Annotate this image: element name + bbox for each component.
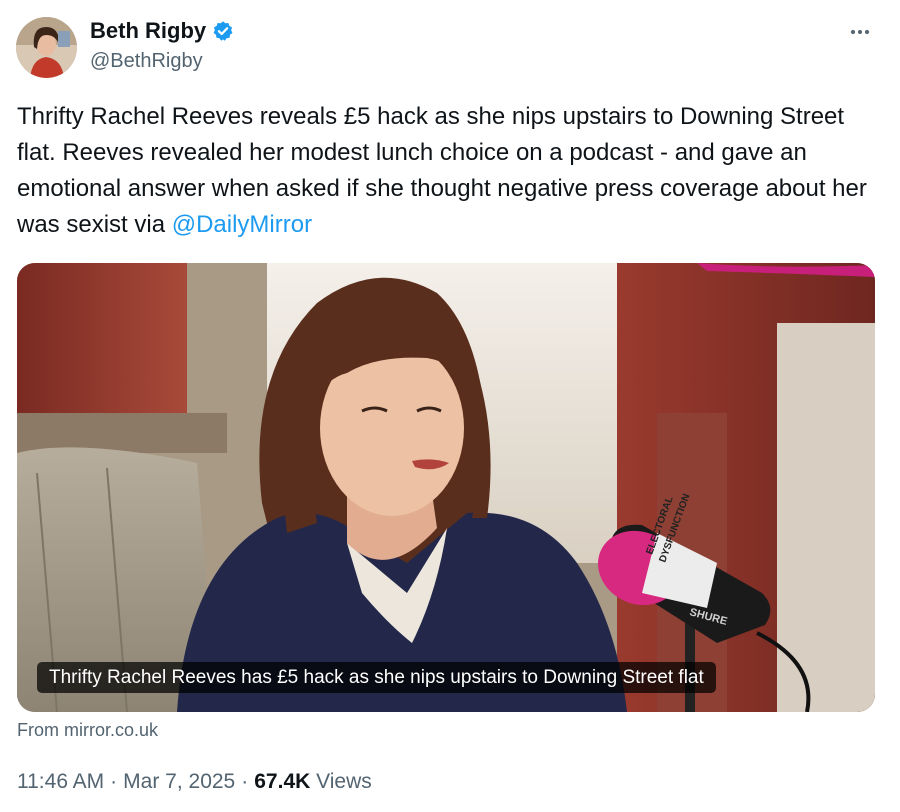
mention-link[interactable]: @DailyMirror [172, 211, 312, 238]
more-options-icon[interactable] [848, 22, 872, 42]
views-label: Views [316, 770, 372, 793]
tweet-body: Thrifty Rachel Reeves reveals £5 hack as… [17, 103, 867, 238]
card-source[interactable]: From mirror.co.uk [17, 720, 158, 741]
tweet-time[interactable]: 11:46 AM [17, 770, 104, 793]
tweet-meta: 11:46 AM · Mar 7, 2025 · 67.4K Views [17, 770, 372, 794]
author-handle[interactable]: @BethRigby [90, 50, 203, 73]
meta-separator: · [110, 770, 118, 793]
tweet-text: Thrifty Rachel Reeves reveals £5 hack as… [17, 99, 877, 243]
card-image: ELECTORAL DYSFUNCTION SHURE [17, 263, 875, 712]
author-name-row: Beth Rigby [90, 18, 234, 44]
verified-badge-icon [213, 21, 233, 41]
link-card[interactable]: ELECTORAL DYSFUNCTION SHURE Thrifty Rach… [17, 263, 875, 712]
tweet-date[interactable]: Mar 7, 2025 [123, 770, 235, 793]
avatar-image [16, 17, 77, 78]
card-caption: Thrifty Rachel Reeves has £5 hack as she… [37, 662, 716, 693]
meta-separator: · [241, 770, 249, 793]
views-count: 67.4K [254, 770, 311, 793]
avatar[interactable] [16, 17, 77, 78]
author-display-name[interactable]: Beth Rigby [90, 18, 206, 44]
